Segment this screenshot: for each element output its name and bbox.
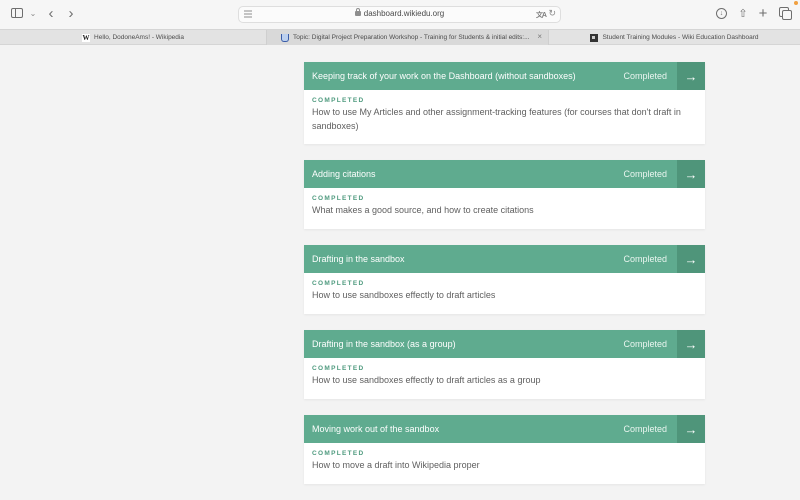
translate-icon[interactable]: 文A: [536, 10, 547, 20]
url-text: dashboard.wikiedu.org: [363, 9, 445, 18]
module-description: How to move a draft into Wikipedia prope…: [312, 460, 480, 470]
module-status: Completed: [623, 254, 667, 264]
tab-training-modules[interactable]: Student Training Modules - Wiki Educatio…: [549, 30, 800, 45]
module-title[interactable]: Moving work out of the sandbox: [304, 424, 623, 434]
module-description: How to use My Articles and other assignm…: [312, 107, 681, 131]
share-icon[interactable]: ⇧: [737, 6, 749, 20]
module-status: Completed: [623, 424, 667, 434]
module-header[interactable]: Drafting in the sandbox Completed →: [304, 245, 705, 273]
tab-label: Hello, DodoneAms! - Wikipedia: [94, 34, 184, 41]
wiki-edu-favicon-icon: [590, 33, 599, 42]
module-body: COMPLETED How to use My Articles and oth…: [304, 90, 705, 144]
wikipedia-favicon-icon: W: [82, 33, 91, 42]
chevron-down-icon[interactable]: ⌄: [28, 6, 38, 20]
module-body: COMPLETED How to use sandboxes effectly …: [304, 273, 705, 314]
module-title[interactable]: Adding citations: [304, 169, 623, 179]
module-status: Completed: [623, 169, 667, 179]
tab-bar: W Hello, DodoneAms! - Wikipedia Topic: D…: [0, 29, 800, 45]
training-module: Adding citations Completed → COMPLETED W…: [304, 160, 705, 229]
page-content: Keeping track of your work on the Dashbo…: [0, 45, 800, 500]
back-button[interactable]: ‹: [44, 4, 58, 22]
training-module: Moving work out of the sandbox Completed…: [304, 415, 705, 484]
module-status: Completed: [623, 339, 667, 349]
tab-wikipedia[interactable]: W Hello, DodoneAms! - Wikipedia: [0, 30, 266, 45]
module-body: COMPLETED What makes a good source, and …: [304, 188, 705, 229]
new-tab-icon[interactable]: +: [757, 5, 769, 22]
module-header[interactable]: Keeping track of your work on the Dashbo…: [304, 62, 705, 90]
module-description: How to use sandboxes effectly to draft a…: [312, 290, 496, 300]
forward-button[interactable]: ›: [64, 4, 78, 22]
module-status: Completed: [623, 71, 667, 81]
reload-icon[interactable]: ↻: [548, 8, 556, 19]
module-header[interactable]: Moving work out of the sandbox Completed…: [304, 415, 705, 443]
training-module: Drafting in the sandbox Completed → COMP…: [304, 245, 705, 314]
module-title[interactable]: Drafting in the sandbox (as a group): [304, 339, 623, 349]
training-module: Drafting in the sandbox (as a group) Com…: [304, 330, 705, 399]
arrow-right-icon[interactable]: →: [677, 62, 705, 90]
arrow-right-icon[interactable]: →: [677, 330, 705, 358]
completed-badge: COMPLETED: [312, 450, 365, 457]
tab-topic-workshop[interactable]: Topic: Digital Project Preparation Works…: [266, 30, 549, 45]
training-module: Keeping track of your work on the Dashbo…: [304, 62, 705, 144]
url-display[interactable]: dashboard.wikiedu.org: [239, 8, 560, 18]
download-icon[interactable]: ↓: [716, 8, 727, 19]
completed-badge: COMPLETED: [312, 365, 365, 372]
tab-label: Student Training Modules - Wiki Educatio…: [602, 34, 759, 41]
notification-dot: [794, 1, 798, 5]
completed-badge: COMPLETED: [312, 280, 365, 287]
module-header[interactable]: Drafting in the sandbox (as a group) Com…: [304, 330, 705, 358]
tab-label: Topic: Digital Project Preparation Works…: [293, 34, 530, 41]
tab-overview-icon[interactable]: [779, 7, 792, 20]
arrow-right-icon[interactable]: →: [677, 160, 705, 188]
lock-icon: [354, 8, 361, 16]
completed-badge: COMPLETED: [312, 97, 365, 104]
module-title[interactable]: Drafting in the sandbox: [304, 254, 623, 264]
module-description: What makes a good source, and how to cre…: [312, 205, 534, 215]
sidebar-toggle-icon[interactable]: [11, 8, 23, 18]
address-bar[interactable]: dashboard.wikiedu.org 文A ↻: [238, 6, 561, 23]
module-title[interactable]: Keeping track of your work on the Dashbo…: [304, 71, 623, 81]
module-body: COMPLETED How to use sandboxes effectly …: [304, 358, 705, 399]
forum-favicon-icon: [281, 33, 289, 42]
module-description: How to use sandboxes effectly to draft a…: [312, 375, 541, 385]
module-body: COMPLETED How to move a draft into Wikip…: [304, 443, 705, 484]
close-tab-icon[interactable]: ×: [537, 32, 542, 41]
completed-badge: COMPLETED: [312, 195, 365, 202]
arrow-right-icon[interactable]: →: [677, 415, 705, 443]
browser-toolbar: ⌄ ‹ › dashboard.wikiedu.org 文A ↻ ↓ ⇧ +: [0, 0, 800, 29]
module-header[interactable]: Adding citations Completed →: [304, 160, 705, 188]
arrow-right-icon[interactable]: →: [677, 245, 705, 273]
